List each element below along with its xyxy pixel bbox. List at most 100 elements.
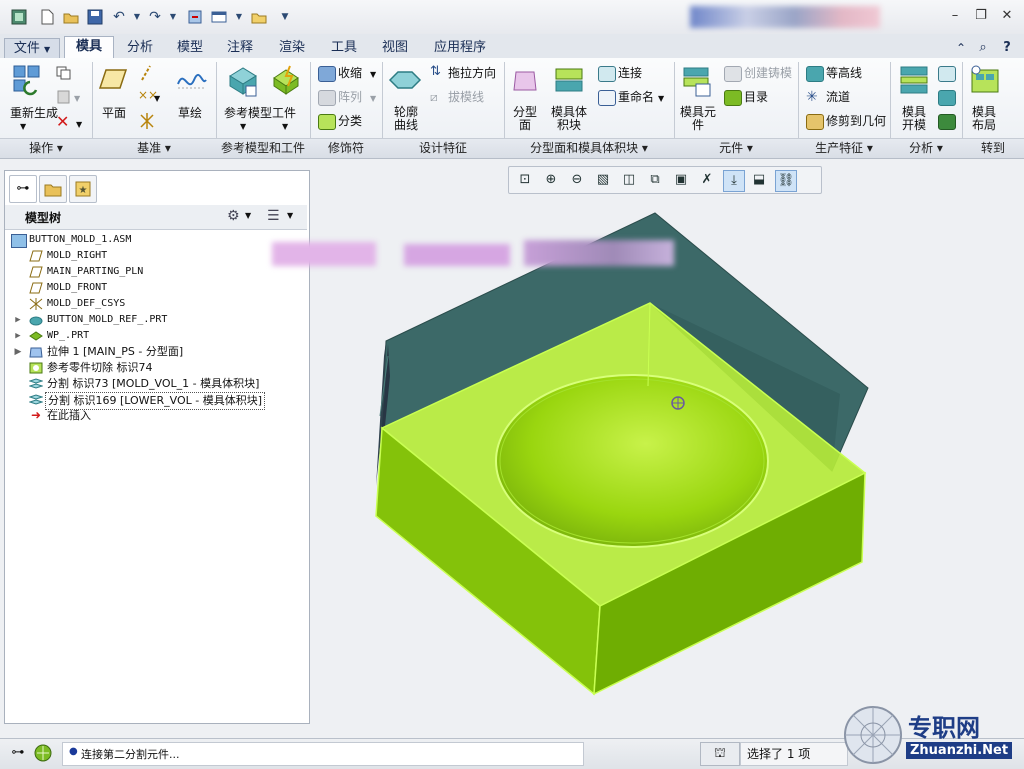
repaint-icon[interactable]: ▧	[593, 170, 613, 190]
reference-model-icon[interactable]	[226, 64, 260, 98]
annotation-display-icon[interactable]: ⤓	[723, 170, 745, 192]
model-tree-tab-icon[interactable]: ⊶	[9, 175, 37, 203]
delete-icon[interactable]: ✕	[56, 114, 72, 130]
model-tree-toggle-icon[interactable]: ⊶	[8, 745, 28, 763]
display-style-icon[interactable]: ◫	[619, 170, 639, 190]
tree-item-main-parting-pln[interactable]: MAIN_PARTING_PLN	[5, 264, 305, 280]
profile-curve-button[interactable]: 轮廓曲线	[392, 106, 420, 132]
file-menu[interactable]: 文件 ▼	[4, 38, 60, 60]
connect-icon[interactable]	[598, 66, 616, 82]
minimize-button[interactable]: –	[946, 8, 964, 24]
tree-item-mold-def-csys[interactable]: MOLD_DEF_CSYS	[5, 296, 305, 312]
contour-button[interactable]: 等高线	[826, 66, 862, 80]
tree-item-split-169[interactable]: 分割 标识169 [LOWER_VOL - 模具体积块]	[5, 392, 305, 410]
regenerate-button[interactable]: 重新生成	[10, 106, 58, 120]
shrink-button[interactable]: 收缩	[338, 66, 362, 80]
tab-annotate[interactable]: 注释	[218, 38, 262, 58]
reference-model-dropdown-icon[interactable]: ▼	[240, 120, 246, 134]
selection-filter-icon[interactable]: ⛫	[700, 742, 740, 766]
tree-item-mold-front[interactable]: MOLD_FRONT	[5, 280, 305, 296]
spin-center-icon[interactable]: ⬓	[749, 170, 769, 190]
mold-open-icon[interactable]	[898, 64, 930, 96]
redo-dropdown-icon[interactable]: ▼	[164, 8, 182, 26]
open-folder-icon[interactable]	[62, 8, 80, 26]
tree-item-insert-here[interactable]: ➜ 在此插入	[5, 408, 305, 424]
pattern-dropdown-icon[interactable]: ▼	[370, 92, 376, 106]
tree-item-mold-right[interactable]: MOLD_RIGHT	[5, 248, 305, 264]
tree-item-ref-part[interactable]: ▶ BUTTON_MOLD_REF_.PRT	[5, 312, 305, 328]
connect-display-icon[interactable]: ⛓	[775, 170, 797, 192]
regenerate-icon[interactable]	[12, 64, 42, 96]
folder-browser-tab-icon[interactable]	[39, 175, 67, 203]
group-components[interactable]: 元件 ▾	[674, 141, 798, 156]
parting-surface-icon[interactable]	[512, 66, 540, 96]
workpiece-icon[interactable]	[270, 64, 302, 96]
windows-dropdown-icon[interactable]: ▼	[230, 8, 248, 26]
runner-button[interactable]: 流道	[826, 90, 850, 104]
tree-settings-dropdown-icon[interactable]: ▼	[245, 211, 251, 220]
tab-view[interactable]: 视图	[372, 38, 418, 58]
expand-icon[interactable]: ▶	[13, 344, 23, 360]
collapse-ribbon-icon[interactable]: ⌃	[952, 38, 970, 58]
profile-curve-icon[interactable]	[388, 70, 422, 92]
shrink-dropdown-icon[interactable]: ▼	[370, 68, 376, 82]
create-casting-icon[interactable]	[724, 66, 742, 82]
zoom-out-icon[interactable]: ⊖	[567, 170, 587, 190]
tab-model[interactable]: 模型	[168, 38, 212, 58]
group-production-features[interactable]: 生产特征 ▾	[798, 141, 890, 156]
tree-filter-dropdown-icon[interactable]: ▼	[287, 211, 293, 220]
regenerate-dropdown-icon[interactable]: ▼	[20, 120, 26, 134]
datum-display-icon[interactable]: ✗	[697, 170, 717, 190]
point-icon[interactable]: ××	[138, 88, 158, 106]
analysis-tool-1-icon[interactable]	[938, 66, 956, 82]
mold-layout-button[interactable]: 模具布局	[970, 106, 998, 132]
draft-line-button[interactable]: 拔模线	[448, 90, 484, 104]
plane-icon[interactable]	[98, 66, 128, 92]
paste-icon[interactable]	[56, 90, 72, 104]
customize-toolbar-icon[interactable]: ▼	[276, 8, 294, 26]
save-icon[interactable]	[86, 8, 104, 26]
drag-direction-icon[interactable]: ⇅	[430, 64, 444, 80]
tree-filter-icon[interactable]: ☰	[267, 208, 280, 224]
undo-icon[interactable]: ↶	[110, 8, 128, 26]
delete-dropdown-icon[interactable]: ▼	[76, 118, 82, 132]
mold-open-button[interactable]: 模具开模	[900, 106, 928, 132]
saved-views-icon[interactable]: ⧉	[645, 170, 665, 190]
refit-icon[interactable]: ⊡	[515, 170, 535, 190]
regenerate-quick-icon[interactable]	[186, 8, 204, 26]
group-parting-volume[interactable]: 分型面和模具体积块 ▾	[504, 141, 674, 156]
analysis-tool-3-icon[interactable]	[938, 114, 956, 130]
tree-item-ref-cut[interactable]: 参考零件切除 标识74	[5, 360, 305, 376]
sketch-button[interactable]: 草绘	[178, 106, 202, 120]
drag-direction-button[interactable]: 拖拉方向	[448, 66, 496, 80]
analysis-tool-2-icon[interactable]	[938, 90, 956, 106]
workpiece-button[interactable]: 工件	[272, 106, 296, 120]
sketch-icon[interactable]	[176, 64, 208, 92]
paste-dropdown-icon[interactable]: ▼	[74, 92, 80, 106]
browser-toggle-icon[interactable]	[32, 743, 54, 763]
classify-button[interactable]: 分类	[338, 114, 362, 128]
zoom-in-icon[interactable]: ⊕	[541, 170, 561, 190]
mold-component-icon[interactable]	[680, 64, 714, 98]
view-manager-icon[interactable]: ▣	[671, 170, 691, 190]
catalog-button[interactable]: 目录	[744, 90, 768, 104]
tree-settings-icon[interactable]: ⚙	[227, 208, 240, 224]
copy-icon[interactable]	[56, 66, 72, 80]
tree-item-workpiece[interactable]: ▶ WP_.PRT	[5, 328, 305, 344]
trim-geometry-button[interactable]: 修剪到几何	[826, 114, 886, 128]
mold-component-button[interactable]: 模具元件	[678, 106, 718, 132]
rename-button[interactable]: 重命名	[618, 90, 654, 104]
connect-button[interactable]: 连接	[618, 66, 642, 80]
point-dropdown-icon[interactable]: ▼	[154, 92, 160, 106]
shrink-icon[interactable]	[318, 66, 336, 82]
new-file-icon[interactable]	[38, 8, 56, 26]
expand-icon[interactable]: ▶	[13, 328, 23, 344]
plane-button[interactable]: 平面	[102, 106, 126, 120]
mold-layout-icon[interactable]	[968, 64, 1002, 98]
reference-model-button[interactable]: 参考模型	[224, 106, 272, 120]
csys-icon[interactable]	[138, 112, 156, 130]
tab-mold[interactable]: 模具	[64, 36, 114, 59]
parting-surface-button[interactable]: 分型面	[512, 106, 538, 132]
tree-item-extrude-1[interactable]: ▶ 拉伸 1 [MAIN_PS - 分型面]	[5, 344, 305, 360]
axis-icon[interactable]	[138, 64, 154, 82]
